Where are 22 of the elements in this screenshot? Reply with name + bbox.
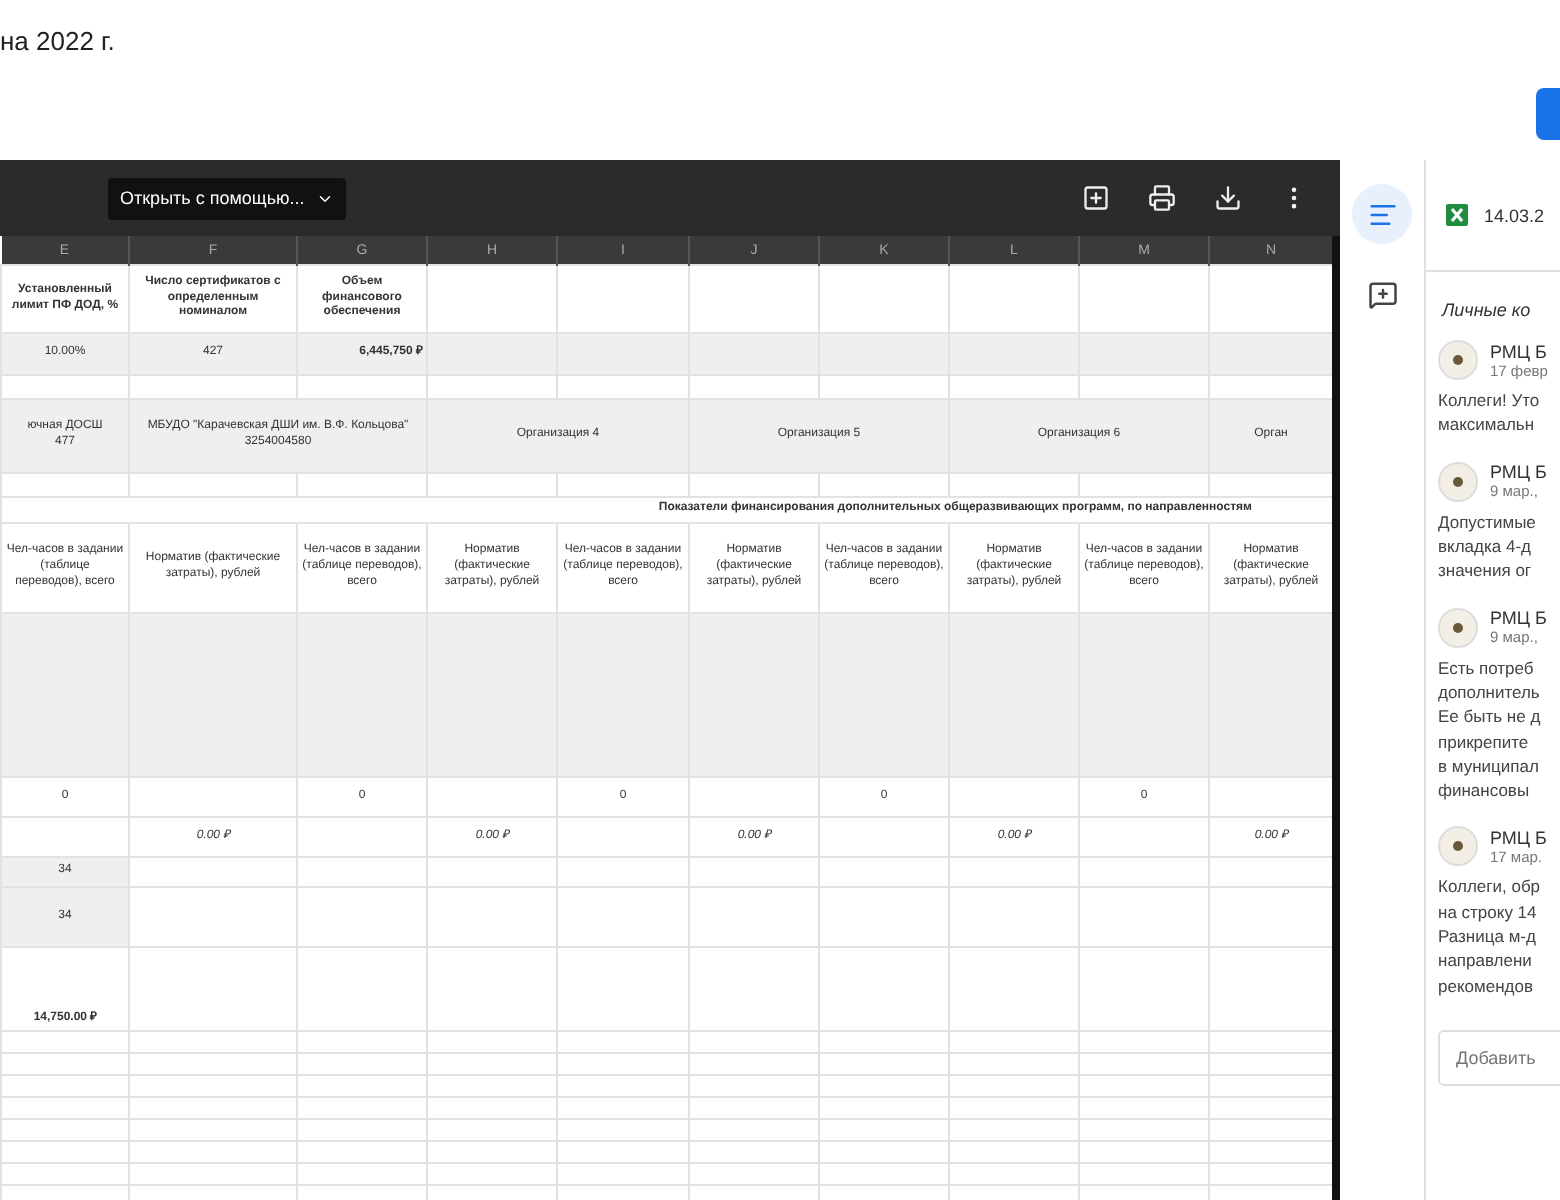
avatar-icon — [1438, 340, 1478, 380]
comment-author: РМЦ Б — [1490, 462, 1547, 483]
avatar-icon — [1438, 461, 1478, 502]
comment-author: РМЦ Б — [1490, 827, 1547, 848]
comment-text: Коллеги! Уто максимальн — [1438, 388, 1542, 438]
comment-text: Есть потреб дополнитель Ее быть не д прикрепите в муниципал финансовы — [1438, 655, 1543, 803]
plus-box-icon[interactable] — [1078, 180, 1114, 216]
section-label: Личные ко — [1439, 298, 1533, 324]
comment-text: Коллеги, обр на строку 14 Разница м-д направлени рекомендов — [1438, 874, 1543, 998]
comment-text: Допустимые вкладка 4-д значения ог — [1438, 509, 1538, 584]
download-icon[interactable] — [1210, 180, 1246, 216]
comment-author: РМЦ Б — [1490, 608, 1547, 629]
text-lines-icon[interactable] — [1352, 184, 1412, 244]
reply-field[interactable]: Добавить — [1438, 1030, 1560, 1086]
spreadsheet-file-icon — [1446, 204, 1468, 226]
page-title: на 2022 г. — [0, 26, 115, 56]
open-with-button[interactable]: Открыть с помощью... — [108, 177, 347, 219]
file-name[interactable]: 14.03.2 — [1484, 205, 1545, 225]
avatar-icon — [1438, 826, 1478, 867]
print-icon[interactable] — [1144, 180, 1180, 216]
avatar-icon — [1438, 607, 1478, 648]
comment-author: РМЦ Б — [1490, 341, 1548, 361]
